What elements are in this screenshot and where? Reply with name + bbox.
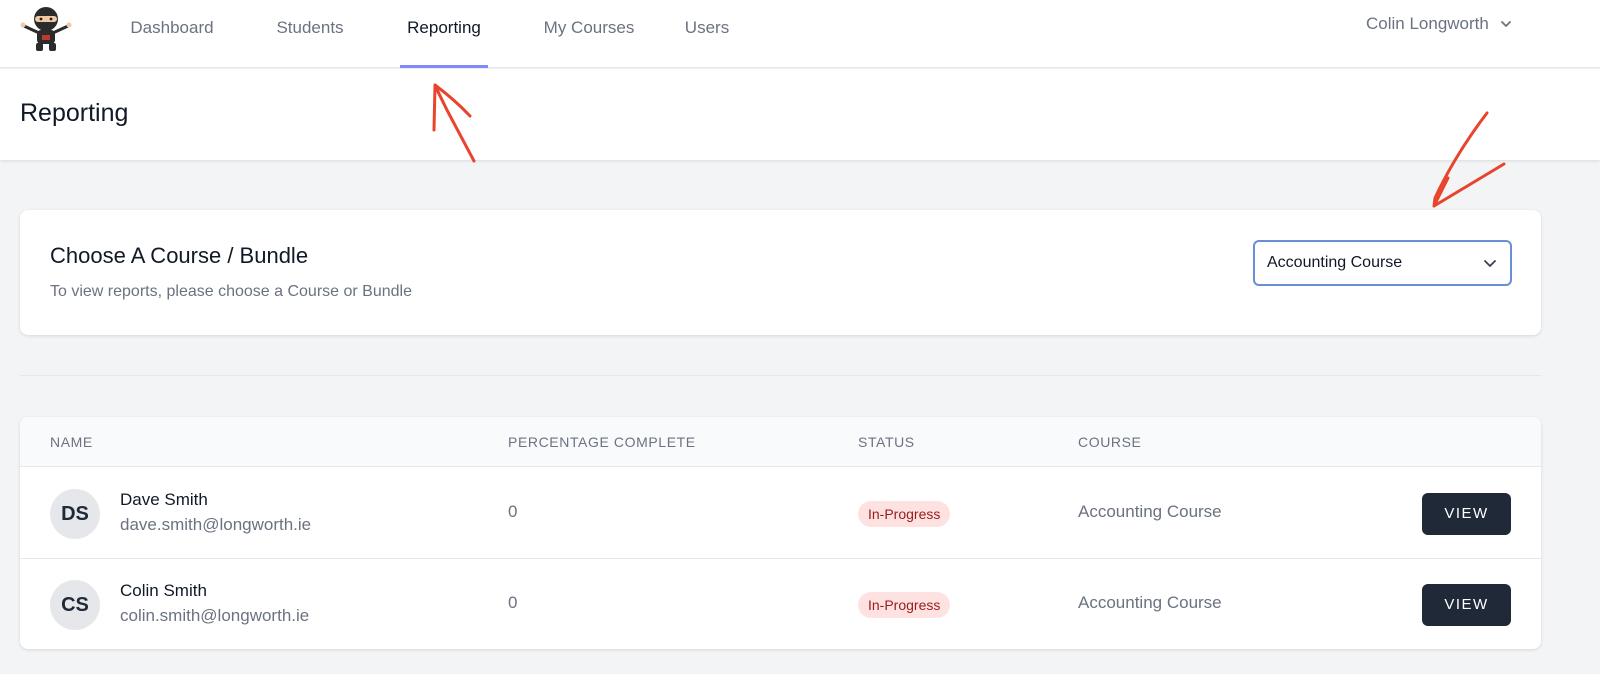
header-status: STATUS xyxy=(858,434,915,450)
view-button[interactable]: VIEW xyxy=(1422,584,1511,626)
chevron-down-icon xyxy=(1484,260,1496,267)
nav-students[interactable]: Students xyxy=(272,0,348,68)
nav-my-courses[interactable]: My Courses xyxy=(541,0,637,68)
percentage-complete: 0 xyxy=(508,593,518,612)
course-name: Accounting Course xyxy=(1078,502,1222,521)
nav-reporting[interactable]: Reporting xyxy=(400,0,488,68)
student-name: Colin Smith xyxy=(120,581,207,600)
course-select-value: Accounting Course xyxy=(1267,254,1403,271)
course-picker-card: Choose A Course / Bundle To view reports… xyxy=(20,210,1541,335)
percentage-complete: 0 xyxy=(508,502,518,521)
student-email: colin.smith@longworth.ie xyxy=(120,606,310,625)
course-picker-subtitle: To view reports, please choose a Course … xyxy=(50,283,412,300)
user-name: Colin Longworth xyxy=(1366,14,1489,33)
report-table: NAME PERCENTAGE COMPLETE STATUS COURSE D… xyxy=(20,417,1541,649)
header-name: NAME xyxy=(50,434,93,450)
student-name: Dave Smith xyxy=(120,490,208,509)
table-header: NAME PERCENTAGE COMPLETE STATUS COURSE xyxy=(20,417,1541,467)
nav-users[interactable]: Users xyxy=(682,0,732,68)
user-menu[interactable]: Colin Longworth xyxy=(1366,14,1513,34)
header-course: COURSE xyxy=(1078,434,1142,450)
avatar: DS xyxy=(50,489,100,539)
course-select[interactable]: Accounting Course xyxy=(1253,240,1512,286)
table-row: CS Colin Smith colin.smith@longworth.ie … xyxy=(20,559,1541,649)
top-navigation: Dashboard Students Reporting My Courses … xyxy=(0,0,1600,68)
course-picker-title: Choose A Course / Bundle xyxy=(50,243,309,268)
header-percentage: PERCENTAGE COMPLETE xyxy=(508,434,696,450)
ninja-logo[interactable] xyxy=(18,4,74,52)
table-row: DS Dave Smith dave.smith@longworth.ie 0 … xyxy=(20,468,1541,559)
page-title: Reporting xyxy=(20,99,129,127)
nav-dashboard[interactable]: Dashboard xyxy=(127,0,217,68)
section-divider xyxy=(20,375,1541,376)
chevron-down-icon xyxy=(1500,21,1511,27)
status-badge: In-Progress xyxy=(858,592,951,618)
course-name: Accounting Course xyxy=(1078,593,1222,612)
page-header: Reporting xyxy=(0,69,1600,160)
student-email: dave.smith@longworth.ie xyxy=(120,515,312,534)
avatar: CS xyxy=(50,580,100,630)
status-badge: In-Progress xyxy=(858,501,951,527)
view-button[interactable]: VIEW xyxy=(1422,493,1511,535)
